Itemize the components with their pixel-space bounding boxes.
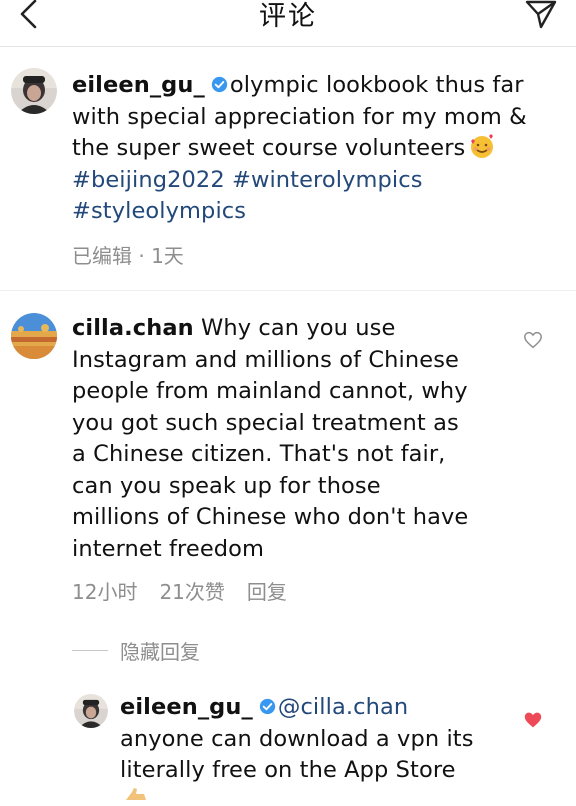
- comment-meta: 12小时 21次赞 回复: [72, 576, 309, 605]
- comment-text: millions of Chinese who don't have: [72, 504, 469, 530]
- hashtag-link[interactable]: #styleolympics: [72, 198, 246, 224]
- comment-text: people from mainland cannot, why: [72, 378, 468, 404]
- comment-text: you got such special treatment as: [72, 409, 459, 436]
- section-divider: [0, 290, 576, 291]
- header-bar: 评论: [0, 0, 576, 47]
- caption-text: olympic lookbook thus far: [229, 72, 524, 98]
- page-title: 评论: [259, 1, 317, 32]
- avatar-eileen[interactable]: [11, 68, 57, 114]
- hide-replies-label: 隐藏回复: [120, 639, 200, 664]
- caption-meta: 已编辑 · 1天: [72, 244, 184, 268]
- comment-text: Instagram and millions of Chinese: [72, 346, 459, 373]
- thumbs-up-emoji: [126, 788, 146, 800]
- heart-filled-icon[interactable]: [523, 711, 543, 729]
- smiling-face-with-hearts-emoji: [471, 134, 494, 158]
- paper-plane-icon[interactable]: [524, 0, 558, 30]
- comment-time: 12小时: [72, 580, 138, 604]
- avatar-cilla[interactable]: [11, 313, 57, 359]
- comment-text: internet freedom: [72, 535, 265, 562]
- caption-text: the super sweet course volunteers: [72, 135, 466, 161]
- comment-text: a Chinese citizen. That's not fair,: [72, 441, 446, 467]
- verified-badge-icon: [211, 76, 228, 93]
- comment-likes[interactable]: 21次赞: [159, 580, 224, 604]
- caption-text: with special appreciation for my mom &: [72, 103, 527, 130]
- reply-body: eileen_gu_ @cilla.chan anyone can downloa…: [120, 692, 550, 787]
- hashtag-link[interactable]: #beijing2022 #winterolympics: [72, 167, 423, 193]
- reply-text: anyone can download a vpn its: [120, 725, 474, 752]
- hide-replies-toggle[interactable]: 隐藏回复: [72, 635, 200, 665]
- post-caption: eileen_gu_ olympic lookbook thus far with…: [72, 70, 572, 228]
- comment-text: Why can you use: [201, 315, 396, 341]
- hide-replies-line: [72, 649, 108, 651]
- reply-button[interactable]: 回复: [247, 580, 287, 604]
- reply-username[interactable]: eileen_gu_: [120, 694, 253, 720]
- comment-username[interactable]: cilla.chan: [72, 315, 194, 341]
- mention-link[interactable]: @cilla.chan: [278, 694, 408, 720]
- reply-text: literally free on the App Store: [120, 757, 456, 783]
- verified-badge-icon: [259, 698, 276, 715]
- caption-username[interactable]: eileen_gu_: [72, 72, 205, 98]
- avatar-eileen-reply[interactable]: [74, 694, 108, 728]
- comment-text: can you speak up for those: [72, 472, 381, 499]
- heart-outline-icon[interactable]: [523, 331, 543, 349]
- comment-body: cilla.chan Why can you use Instagram and…: [72, 313, 512, 565]
